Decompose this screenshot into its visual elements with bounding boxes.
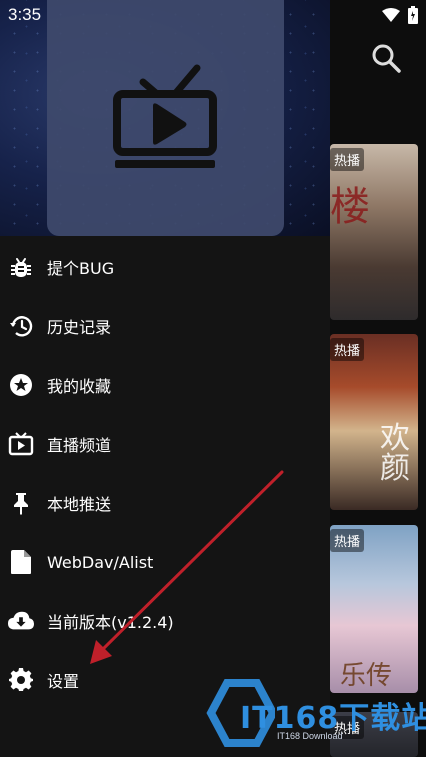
menu-label: 提个BUG <box>47 259 115 278</box>
menu-label: 我的收藏 <box>47 377 112 396</box>
menu-item-local-push[interactable]: 本地推送 <box>0 478 330 528</box>
gear-icon <box>8 667 34 693</box>
battery-icon <box>408 6 418 24</box>
search-icon[interactable] <box>370 42 402 74</box>
menu-label: 设置 <box>47 672 80 691</box>
menu-item-favorites[interactable]: 我的收藏 <box>0 360 330 410</box>
tv-icon <box>8 431 34 457</box>
menu-label: 直播频道 <box>47 436 112 455</box>
menu-label: 历史记录 <box>47 318 112 337</box>
status-icons <box>382 6 418 24</box>
watermark-subtext: IT168 Download <box>277 731 343 741</box>
poster-card[interactable]: 热播 欢颜 <box>330 334 418 510</box>
history-icon <box>8 313 34 339</box>
menu-item-history[interactable]: 历史记录 <box>0 301 330 351</box>
file-icon <box>8 549 34 575</box>
wifi-icon <box>382 8 400 22</box>
menu-item-webdav[interactable]: WebDav/Alist <box>0 537 330 587</box>
poster-card[interactable]: 热播 乐传 <box>330 525 418 693</box>
tv-logo-icon <box>113 64 217 168</box>
menu-label: 当前版本(v1.2.4) <box>47 613 174 632</box>
menu-item-report-bug[interactable]: 提个BUG <box>0 242 330 292</box>
poster-title: 欢颜 <box>380 421 410 486</box>
menu-label: WebDav/Alist <box>47 552 154 572</box>
menu-item-current-version[interactable]: 当前版本(v1.2.4) <box>0 596 330 646</box>
drawer-header <box>0 0 330 236</box>
poster-tag: 热播 <box>330 148 365 171</box>
poster-card[interactable]: 热播 楼 <box>330 144 418 320</box>
star-icon <box>8 372 34 398</box>
cloud-download-icon <box>8 608 34 634</box>
watermark: IT168下载站 IT168 Download <box>205 675 426 757</box>
status-time: 3:35 <box>8 5 42 24</box>
status-bar: 3:35 <box>0 0 426 30</box>
poster-title: 楼 <box>330 184 370 230</box>
menu-item-live-channels[interactable]: 直播频道 <box>0 419 330 469</box>
navigation-drawer: 提个BUG 历史记录 我的收藏 直播频道 本地推送 WebDav/Alist 当… <box>0 0 330 757</box>
menu-label: 本地推送 <box>47 495 112 514</box>
pin-icon <box>8 490 34 516</box>
poster-tag: 热播 <box>330 338 365 361</box>
bug-icon <box>8 254 34 280</box>
poster-tag: 热播 <box>330 529 365 552</box>
